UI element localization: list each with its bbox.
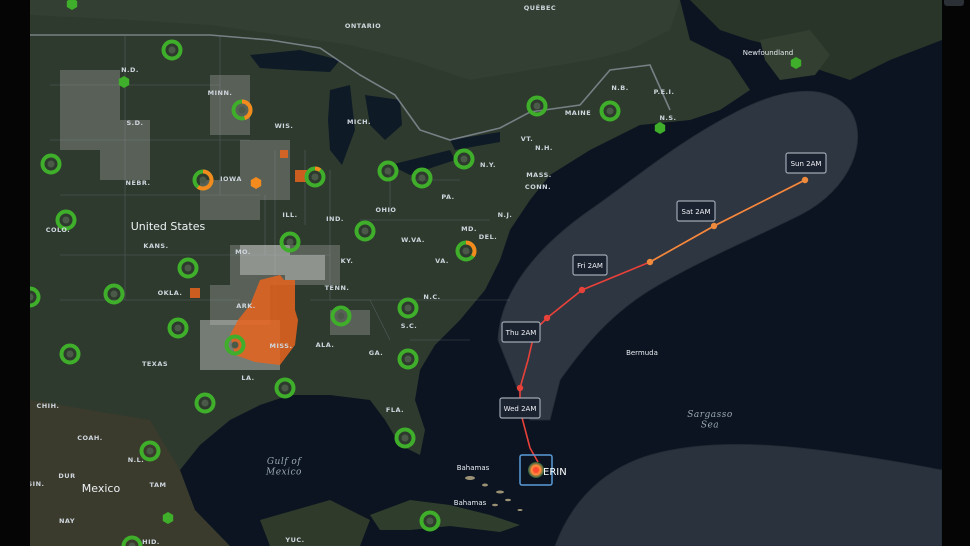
region-label: ONTARIO (345, 22, 381, 30)
region-label: ILL. (282, 211, 297, 219)
region-label: N.H. (535, 144, 553, 152)
region-label: SIN. (30, 480, 45, 488)
svg-text:Wed 2AM: Wed 2AM (504, 405, 537, 413)
map-control-button[interactable] (944, 0, 964, 6)
region-label: N.L. (128, 456, 145, 464)
region-label: N.D. (121, 66, 139, 74)
region-label: N.J. (498, 211, 513, 219)
region-label: MISS. (270, 342, 293, 350)
region-label: TAM (150, 481, 167, 489)
region-label: CHIH. (36, 402, 59, 410)
svg-text:Thu 2AM: Thu 2AM (505, 329, 537, 337)
region-label: TEXAS (142, 360, 168, 368)
region-label: OHIO (376, 206, 397, 214)
region-label: QUÉBEC (524, 3, 556, 12)
region-label: COLO. (46, 226, 71, 234)
place-label: Bahamas (454, 499, 487, 507)
forecast-label-fri[interactable]: Fri 2AM (572, 254, 608, 276)
region-label: YUC. (284, 536, 304, 544)
region-label: P.E.I. (654, 88, 675, 96)
place-label: Bermuda (626, 349, 658, 357)
region-label: GA. (369, 349, 383, 357)
region-label: N.S. (659, 114, 676, 122)
satellite-map[interactable]: Wed 2AM Thu 2AM Fri 2AM Sat 2AM Sun 2AM … (30, 0, 942, 546)
svg-text:Fri 2AM: Fri 2AM (577, 262, 603, 270)
forecast-label-sun[interactable]: Sun 2AM (785, 152, 827, 174)
region-label: IND. (326, 215, 344, 223)
country-label: United States (131, 220, 206, 233)
left-margin (0, 0, 30, 546)
region-label: ALA. (316, 341, 335, 349)
region-label: NEBR. (126, 179, 151, 187)
map-viewport[interactable]: Wed 2AM Thu 2AM Fri 2AM Sat 2AM Sun 2AM … (30, 0, 942, 546)
region-label: W.VA. (401, 236, 425, 244)
region-label: OKLA. (158, 289, 183, 297)
region-label: MASS. (526, 171, 552, 179)
svg-text:Sat 2AM: Sat 2AM (682, 208, 711, 216)
region-label: N.B. (611, 84, 628, 92)
region-label: WIS. (275, 122, 294, 130)
region-label: FLA. (386, 406, 404, 414)
region-label: KANS. (143, 242, 168, 250)
storm-name-label: ERIN (543, 467, 567, 478)
region-label: LA. (241, 374, 254, 382)
region-label: N.C. (423, 293, 440, 301)
region-label: VA. (435, 257, 449, 265)
region-label: MICH. (347, 118, 371, 126)
svg-text:Sun 2AM: Sun 2AM (791, 160, 822, 168)
region-label: MAINE (565, 109, 591, 117)
right-margin (942, 0, 970, 546)
place-label: Newfoundland (743, 49, 793, 57)
sea-label: Gulf of Mexico (265, 457, 302, 477)
region-label: S.C. (401, 322, 417, 330)
region-label: COAH. (77, 434, 103, 442)
region-label: ARK. (236, 302, 256, 310)
region-label: VT. (521, 135, 533, 143)
forecast-label-thu[interactable]: Thu 2AM (501, 321, 541, 343)
region-label: MINN. (208, 89, 233, 97)
region-label: TENN. (325, 284, 350, 292)
region-label: KY. (341, 257, 354, 265)
forecast-label-wed[interactable]: Wed 2AM (499, 397, 541, 419)
region-label: PA. (441, 193, 454, 201)
region-label: DUR (58, 472, 75, 480)
place-label: Bahamas (457, 464, 490, 472)
region-label: CONN. (525, 183, 551, 191)
region-label: NAY (59, 517, 75, 525)
region-label: HID. (142, 538, 160, 546)
country-label: Mexico (82, 482, 121, 495)
region-label: MO. (235, 248, 251, 256)
region-label: S.D. (126, 119, 143, 127)
region-label: DEL. (479, 233, 497, 241)
region-label: N.Y. (480, 161, 496, 169)
region-label: MD. (461, 225, 477, 233)
region-label: IOWA (220, 175, 242, 183)
forecast-label-sat[interactable]: Sat 2AM (676, 200, 716, 222)
